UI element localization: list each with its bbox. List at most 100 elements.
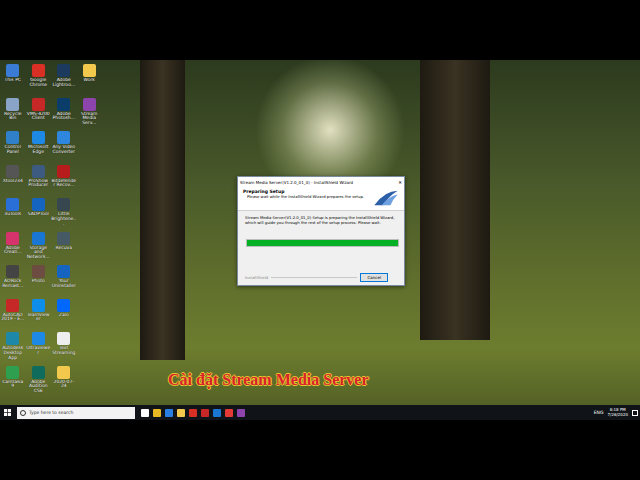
bottom-letterbox [0,420,640,480]
icon-label: Xtool234 [0,179,25,184]
subheading: Please wait while the InstallShield Wiza… [247,195,368,200]
app-icon [6,265,19,278]
pinned-app-icon[interactable] [153,409,161,417]
pinned-app-icon[interactable] [177,409,185,417]
progress-fill [247,240,398,246]
desktop-icon[interactable]: Recuva [51,230,77,264]
desktop: This PC Recycle Bin Control Panel Xtool2… [0,60,640,420]
pinned-apps [139,409,590,417]
dialog-body: Stream Media Server(V1.2.0_01_0) Setup i… [238,211,404,285]
desktop-icon[interactable]: 2020-07-24 [51,364,77,398]
desktop-icon[interactable]: 3uTools [0,196,26,230]
icon-label: 2020-07-24 [51,380,76,390]
cancel-button[interactable]: Cancel [360,273,388,282]
icon-label: Bitdefender Recov... [51,179,76,189]
pinned-app-icon[interactable] [201,409,209,417]
icon-label: Microsoft Edge [26,145,51,155]
notification-icon[interactable] [632,410,638,416]
desktop-icon[interactable]: Work [77,62,103,96]
search-box[interactable]: Type here to search [17,407,135,419]
icon-label: Stream Media Serv... [77,112,102,127]
icon-label: Text Streaming [51,346,76,356]
desktop-icon[interactable]: Text Streaming [51,330,77,364]
pinned-app-icon[interactable] [189,409,197,417]
icon-label: AutoCAD 2019 - E... [0,313,25,323]
icon-label: Ultraviewer [26,346,51,356]
desktop-icon[interactable]: Xtool234 [0,163,26,197]
icon-label: Any Video Converter [51,145,76,155]
desktop-icon[interactable]: Photo [26,263,52,297]
close-button[interactable]: ✕ [398,180,402,185]
title-bar: Stream Media Server(V1.2.0_01_0) - Insta… [238,177,404,187]
desktop-icon[interactable]: Little Brightene... [51,196,77,230]
icon-label: SADPTool [26,212,51,217]
body-text: Stream Media Server(V1.2.0_01_0) Setup i… [245,216,398,226]
desktop-icon[interactable]: VMS-4200 Client [26,96,52,130]
desktop-icon[interactable]: TeamViewer [26,297,52,331]
desktop-icon[interactable]: Google Chrome [26,62,52,96]
pinned-app-icon[interactable] [141,409,149,417]
app-icon [32,232,45,245]
app-icon [57,332,70,345]
icon-label: Recycle Bin [0,112,25,122]
desktop-icon[interactable]: AORock Remast... [0,263,26,297]
icon-label: Recuva [51,246,76,251]
search-icon [20,410,26,416]
desktop-icon[interactable]: Storage and Network... [26,230,52,264]
desktop-icon[interactable]: ProShow Producer [26,163,52,197]
icon-label: Little Brightene... [51,212,76,227]
desktop-icon[interactable]: Zalo [51,297,77,331]
desktop-icon[interactable]: Ultraviewer [26,330,52,364]
app-icon [6,332,19,345]
installer-dialog: Stream Media Server(V1.2.0_01_0) - Insta… [237,176,405,286]
desktop-icon[interactable]: Bitdefender Recov... [51,163,77,197]
icon-label: Control Panel [0,145,25,155]
desktop-icon[interactable]: Adobe Lightroo... [51,62,77,96]
app-icon [32,332,45,345]
desktop-icon[interactable]: Camtasia 9 [0,364,26,398]
app-icon [57,265,70,278]
icon-column: Adobe Lightroo... Adobe Photosh... Any V… [51,62,77,405]
windows-logo-icon[interactable] [4,409,11,416]
icon-label: Autodesk Desktop App [0,346,25,361]
desktop-icon[interactable]: Control Panel [0,129,26,163]
pinned-app-icon[interactable] [225,409,233,417]
date: 7/26/2020 [607,413,628,418]
desktop-icon[interactable]: Adobe Audition CS6 [26,364,52,398]
pinned-app-icon[interactable] [165,409,173,417]
desktop-icon[interactable]: Your Uninstaller [51,263,77,297]
app-icon [57,198,70,211]
footer-brand: InstallShield [245,275,268,280]
app-icon [6,232,19,245]
app-icon [57,64,70,77]
search-placeholder: Type here to search [29,410,73,415]
pinned-app-icon[interactable] [237,409,245,417]
desktop-icon[interactable]: Any Video Converter [51,129,77,163]
desktop-icon[interactable]: AutoCAD 2019 - E... [0,297,26,331]
desktop-icon[interactable]: Adobe Creati... [0,230,26,264]
tree-trunk [140,60,185,360]
app-icon [57,131,70,144]
clock[interactable]: 8:18 PM 7/26/2020 [607,408,628,417]
desktop-icon[interactable]: Recycle Bin [0,96,26,130]
app-icon [6,98,19,111]
desktop-icon[interactable]: SADPTool [26,196,52,230]
footer-line [271,277,357,278]
desktop-icon[interactable]: Autodesk Desktop App [0,330,26,364]
language[interactable]: ENG [594,410,604,415]
app-icon [32,165,45,178]
icon-label: Camtasia 9 [0,380,25,390]
icon-label: 3uTools [0,212,25,217]
desktop-icon[interactable]: Adobe Photosh... [51,96,77,130]
desktop-icon[interactable]: Microsoft Edge [26,129,52,163]
icon-label: Zalo [51,313,76,318]
pinned-app-icon[interactable] [213,409,221,417]
app-icon [32,299,45,312]
icon-column: This PC Recycle Bin Control Panel Xtool2… [0,62,26,405]
app-icon [32,98,45,111]
desktop-icon[interactable]: This PC [0,62,26,96]
app-icon [6,366,19,379]
icon-label: Google Chrome [26,78,51,88]
desktop-icon[interactable]: Stream Media Serv... [77,96,103,130]
window-title: Stream Media Server(V1.2.0_01_0) - Insta… [240,180,396,185]
